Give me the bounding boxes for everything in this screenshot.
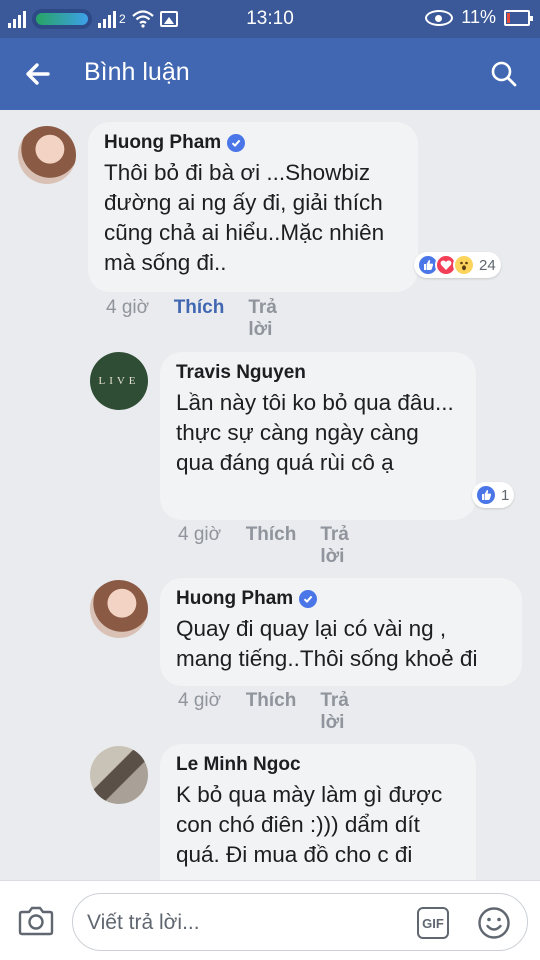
battery-percent: 11% bbox=[461, 7, 496, 27]
eye-icon bbox=[425, 9, 454, 26]
comment-text: Lần này tôi ko bỏ qua đâu... thực sự càn… bbox=[176, 390, 454, 475]
reaction-summary[interactable]: 24 bbox=[414, 252, 501, 278]
reaction-count: 1 bbox=[501, 486, 510, 504]
reply-button[interactable]: Trả lời bbox=[248, 297, 298, 341]
avatar-text: LIVE bbox=[98, 375, 140, 387]
emoji-icon[interactable] bbox=[477, 906, 511, 940]
reply-composer: GIF bbox=[0, 880, 540, 960]
comment-text: K bỏ qua mày làm gì được con chó điên :)… bbox=[176, 782, 443, 867]
comment-text: Thôi bỏ đi bà ơi ...Showbiz đường ai ng … bbox=[104, 160, 385, 275]
status-bar: 2 13:10 11% bbox=[0, 0, 540, 38]
like-button[interactable]: Thích bbox=[246, 524, 321, 568]
like-button[interactable]: Thích bbox=[174, 297, 249, 341]
battery-icon bbox=[504, 9, 533, 26]
reply-input[interactable] bbox=[87, 908, 387, 938]
gif-icon[interactable]: GIF bbox=[417, 907, 449, 939]
back-arrow-icon[interactable] bbox=[22, 58, 54, 90]
verified-icon bbox=[299, 590, 318, 608]
comment-time: 4 giờ bbox=[106, 297, 150, 318]
comment-bubble: Travis Nguyen Lần này tôi ko bỏ qua đâu.… bbox=[160, 352, 476, 520]
reply-input-container[interactable]: GIF bbox=[72, 893, 528, 951]
comment-actions: 4 giờ Thích Trả lời bbox=[106, 297, 299, 341]
comment-time: 4 giờ bbox=[178, 690, 222, 711]
comment-author[interactable]: Travis Nguyen bbox=[176, 362, 460, 384]
comment-text: Quay đi quay lại có vài ng , mang tiếng.… bbox=[176, 616, 478, 671]
like-reaction-icon bbox=[475, 484, 497, 506]
wow-reaction-icon bbox=[453, 254, 475, 276]
comment-bubble: Huong Pham Quay đi quay lại có vài ng , … bbox=[160, 578, 522, 686]
author-name[interactable]: Le Minh Ngoc bbox=[176, 754, 301, 776]
comment-author[interactable]: Huong Pham bbox=[176, 588, 506, 610]
comment-bubble: Huong Pham Thôi bỏ đi bà ơi ...Showbiz đ… bbox=[88, 122, 418, 292]
avatar[interactable] bbox=[90, 580, 148, 638]
page-title: Bình luận bbox=[84, 58, 190, 86]
reaction-count: 24 bbox=[479, 256, 496, 274]
author-name[interactable]: Travis Nguyen bbox=[176, 362, 306, 384]
author-name[interactable]: Huong Pham bbox=[176, 588, 293, 610]
verified-icon bbox=[227, 134, 246, 152]
app-bar: Bình luận bbox=[0, 38, 540, 110]
comment-time: 4 giờ bbox=[178, 524, 222, 545]
search-icon[interactable] bbox=[490, 60, 518, 88]
reaction-summary[interactable]: 1 bbox=[472, 482, 515, 508]
avatar[interactable] bbox=[90, 746, 148, 804]
camera-icon[interactable] bbox=[18, 903, 54, 937]
avatar[interactable] bbox=[18, 126, 76, 184]
avatar[interactable]: LIVE bbox=[90, 352, 148, 410]
comment-author[interactable]: Le Minh Ngoc bbox=[176, 754, 460, 776]
comment-actions: 4 giờ Thích Trả lời bbox=[178, 690, 371, 734]
comment-actions: 4 giờ Thích Trả lời bbox=[178, 524, 371, 568]
author-name[interactable]: Huong Pham bbox=[104, 132, 221, 154]
reply-button[interactable]: Trả lời bbox=[320, 690, 370, 734]
comment-author[interactable]: Huong Pham bbox=[104, 132, 402, 154]
like-button[interactable]: Thích bbox=[246, 690, 321, 734]
reply-button[interactable]: Trả lời bbox=[320, 524, 370, 568]
